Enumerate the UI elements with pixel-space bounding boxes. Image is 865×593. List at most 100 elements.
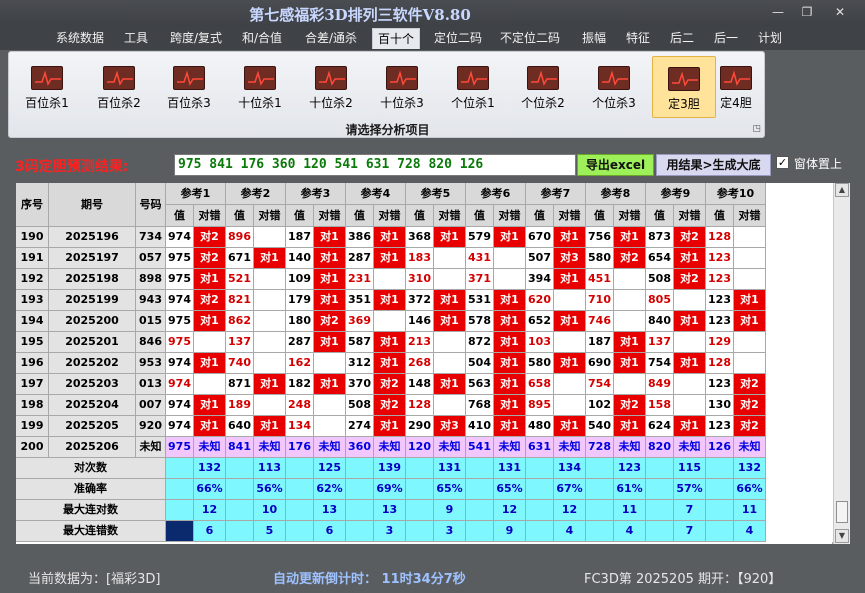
cell-value[interactable]: 213 — [406, 332, 434, 353]
cell-value[interactable]: 451 — [586, 269, 614, 290]
cell-hit[interactable] — [374, 311, 406, 332]
cell-value[interactable]: 975 — [166, 311, 194, 332]
cell-value[interactable]: 872 — [466, 332, 494, 353]
cell-hit[interactable] — [674, 374, 706, 395]
cell-hit[interactable]: 对1 — [434, 311, 466, 332]
current-status[interactable]: 未知 — [254, 437, 286, 458]
restore-button[interactable]: ❐ — [795, 3, 819, 21]
stat-value[interactable]: 7 — [674, 500, 706, 521]
stat-value[interactable]: 57% — [674, 479, 706, 500]
stat-value[interactable]: 7 — [674, 521, 706, 542]
cell-hit[interactable] — [734, 332, 766, 353]
cell-hit[interactable] — [614, 374, 646, 395]
cell-value[interactable]: 369 — [346, 311, 374, 332]
cell-hit[interactable]: 对1 — [494, 311, 526, 332]
cell-value[interactable]: 540 — [586, 416, 614, 437]
cell-hit[interactable]: 对1 — [314, 248, 346, 269]
cell-value[interactable]: 754 — [646, 353, 674, 374]
ribbon-button[interactable]: 十位杀2 — [299, 56, 363, 118]
cell-value[interactable]: 368 — [406, 227, 434, 248]
cell-hit[interactable]: 对1 — [374, 332, 406, 353]
cell-hit[interactable]: 对1 — [614, 416, 646, 437]
cell-hit[interactable]: 对2 — [674, 227, 706, 248]
cell-hit[interactable] — [734, 227, 766, 248]
cell-value[interactable]: 508 — [646, 269, 674, 290]
cell-value[interactable]: 974 — [166, 395, 194, 416]
cell-hit[interactable]: 对1 — [614, 227, 646, 248]
cell-value[interactable]: 179 — [286, 290, 314, 311]
cell-value[interactable]: 849 — [646, 374, 674, 395]
stat-value[interactable]: 5 — [254, 521, 286, 542]
current-status[interactable]: 未知 — [674, 437, 706, 458]
header-group[interactable]: 参考3 — [286, 183, 346, 205]
cell-value[interactable]: 394 — [526, 269, 554, 290]
cell-hit[interactable]: 对1 — [674, 416, 706, 437]
cell-hit[interactable]: 对1 — [194, 395, 226, 416]
cell-value[interactable]: 123 — [706, 290, 734, 311]
current-value[interactable]: 728 — [586, 437, 614, 458]
scroll-thumb[interactable] — [836, 501, 848, 523]
cell-hit[interactable]: 对2 — [734, 374, 766, 395]
cell-value[interactable]: 671 — [226, 248, 254, 269]
menu-item[interactable]: 系统数据 — [56, 28, 104, 49]
cell-value[interactable]: 128 — [406, 395, 434, 416]
cell-value[interactable]: 372 — [406, 290, 434, 311]
cell-value[interactable]: 508 — [346, 395, 374, 416]
cell-value[interactable]: 370 — [346, 374, 374, 395]
cell-hit[interactable]: 对1 — [674, 311, 706, 332]
header-group[interactable]: 参考7 — [526, 183, 586, 205]
cell-hit[interactable]: 对1 — [434, 374, 466, 395]
header-hit[interactable]: 对错 — [374, 205, 406, 227]
header-hit[interactable]: 对错 — [674, 205, 706, 227]
cell-value[interactable]: 371 — [466, 269, 494, 290]
cell-hit[interactable] — [194, 374, 226, 395]
menu-item[interactable]: 合差/通杀 — [303, 28, 359, 49]
stat-value[interactable]: 123 — [614, 458, 646, 479]
cell-hit[interactable]: 对3 — [434, 416, 466, 437]
cell-value[interactable]: 187 — [586, 332, 614, 353]
menu-item[interactable]: 后二 — [668, 28, 696, 49]
header-value[interactable]: 值 — [526, 205, 554, 227]
cell-value[interactable]: 896 — [226, 227, 254, 248]
cell-hit[interactable]: 对1 — [314, 374, 346, 395]
cell-hit[interactable]: 对1 — [494, 227, 526, 248]
current-value[interactable]: 975 — [166, 437, 194, 458]
cell-hit[interactable]: 对1 — [494, 290, 526, 311]
current-value[interactable]: 541 — [466, 437, 494, 458]
stat-value[interactable]: 12 — [554, 500, 586, 521]
ribbon-button[interactable]: 百位杀1 — [15, 56, 79, 118]
cell-hit[interactable]: 对1 — [374, 353, 406, 374]
cell-hit[interactable] — [254, 311, 286, 332]
header-value[interactable]: 值 — [166, 205, 194, 227]
cell-hit[interactable]: 对1 — [194, 416, 226, 437]
header-seq[interactable]: 序号 — [16, 183, 49, 227]
menu-item[interactable]: 百十个 — [372, 28, 420, 49]
header-group[interactable]: 参考6 — [466, 183, 526, 205]
prediction-result-field[interactable]: 975 841 176 360 120 541 631 728 820 126 — [174, 154, 576, 176]
cell-hit[interactable]: 对1 — [554, 269, 586, 290]
cell-hit[interactable] — [314, 353, 346, 374]
stat-value[interactable]: 3 — [374, 521, 406, 542]
stat-value[interactable]: 131 — [494, 458, 526, 479]
ribbon-button[interactable]: 个位杀2 — [511, 56, 575, 118]
cell-hit[interactable] — [674, 332, 706, 353]
stat-value[interactable]: 13 — [374, 500, 406, 521]
current-value[interactable]: 631 — [526, 437, 554, 458]
cell-value[interactable]: 134 — [286, 416, 314, 437]
cell-hit[interactable]: 对1 — [434, 290, 466, 311]
stat-value[interactable]: 134 — [554, 458, 586, 479]
header-hit[interactable]: 对错 — [194, 205, 226, 227]
cell-value[interactable]: 140 — [286, 248, 314, 269]
header-value[interactable]: 值 — [346, 205, 374, 227]
ribbon-launcher-icon[interactable]: ◳ — [752, 124, 761, 134]
cell-value[interactable]: 754 — [586, 374, 614, 395]
ribbon-button[interactable]: 十位杀1 — [228, 56, 292, 118]
cell-value[interactable]: 654 — [646, 248, 674, 269]
stat-value[interactable]: 12 — [494, 500, 526, 521]
cell-hit[interactable]: 对1 — [374, 227, 406, 248]
cell-hit[interactable] — [254, 332, 286, 353]
header-hit[interactable]: 对错 — [494, 205, 526, 227]
cell-hit[interactable] — [734, 248, 766, 269]
ribbon-button[interactable]: 十位杀3 — [370, 56, 434, 118]
cell-value[interactable]: 310 — [406, 269, 434, 290]
